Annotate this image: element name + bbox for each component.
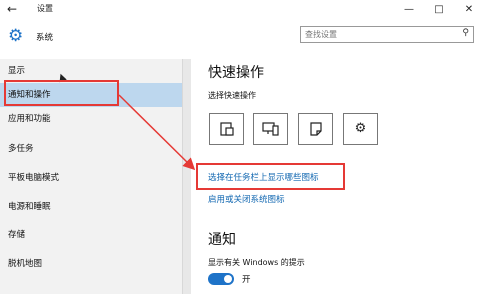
annotation-arrow — [118, 94, 196, 171]
